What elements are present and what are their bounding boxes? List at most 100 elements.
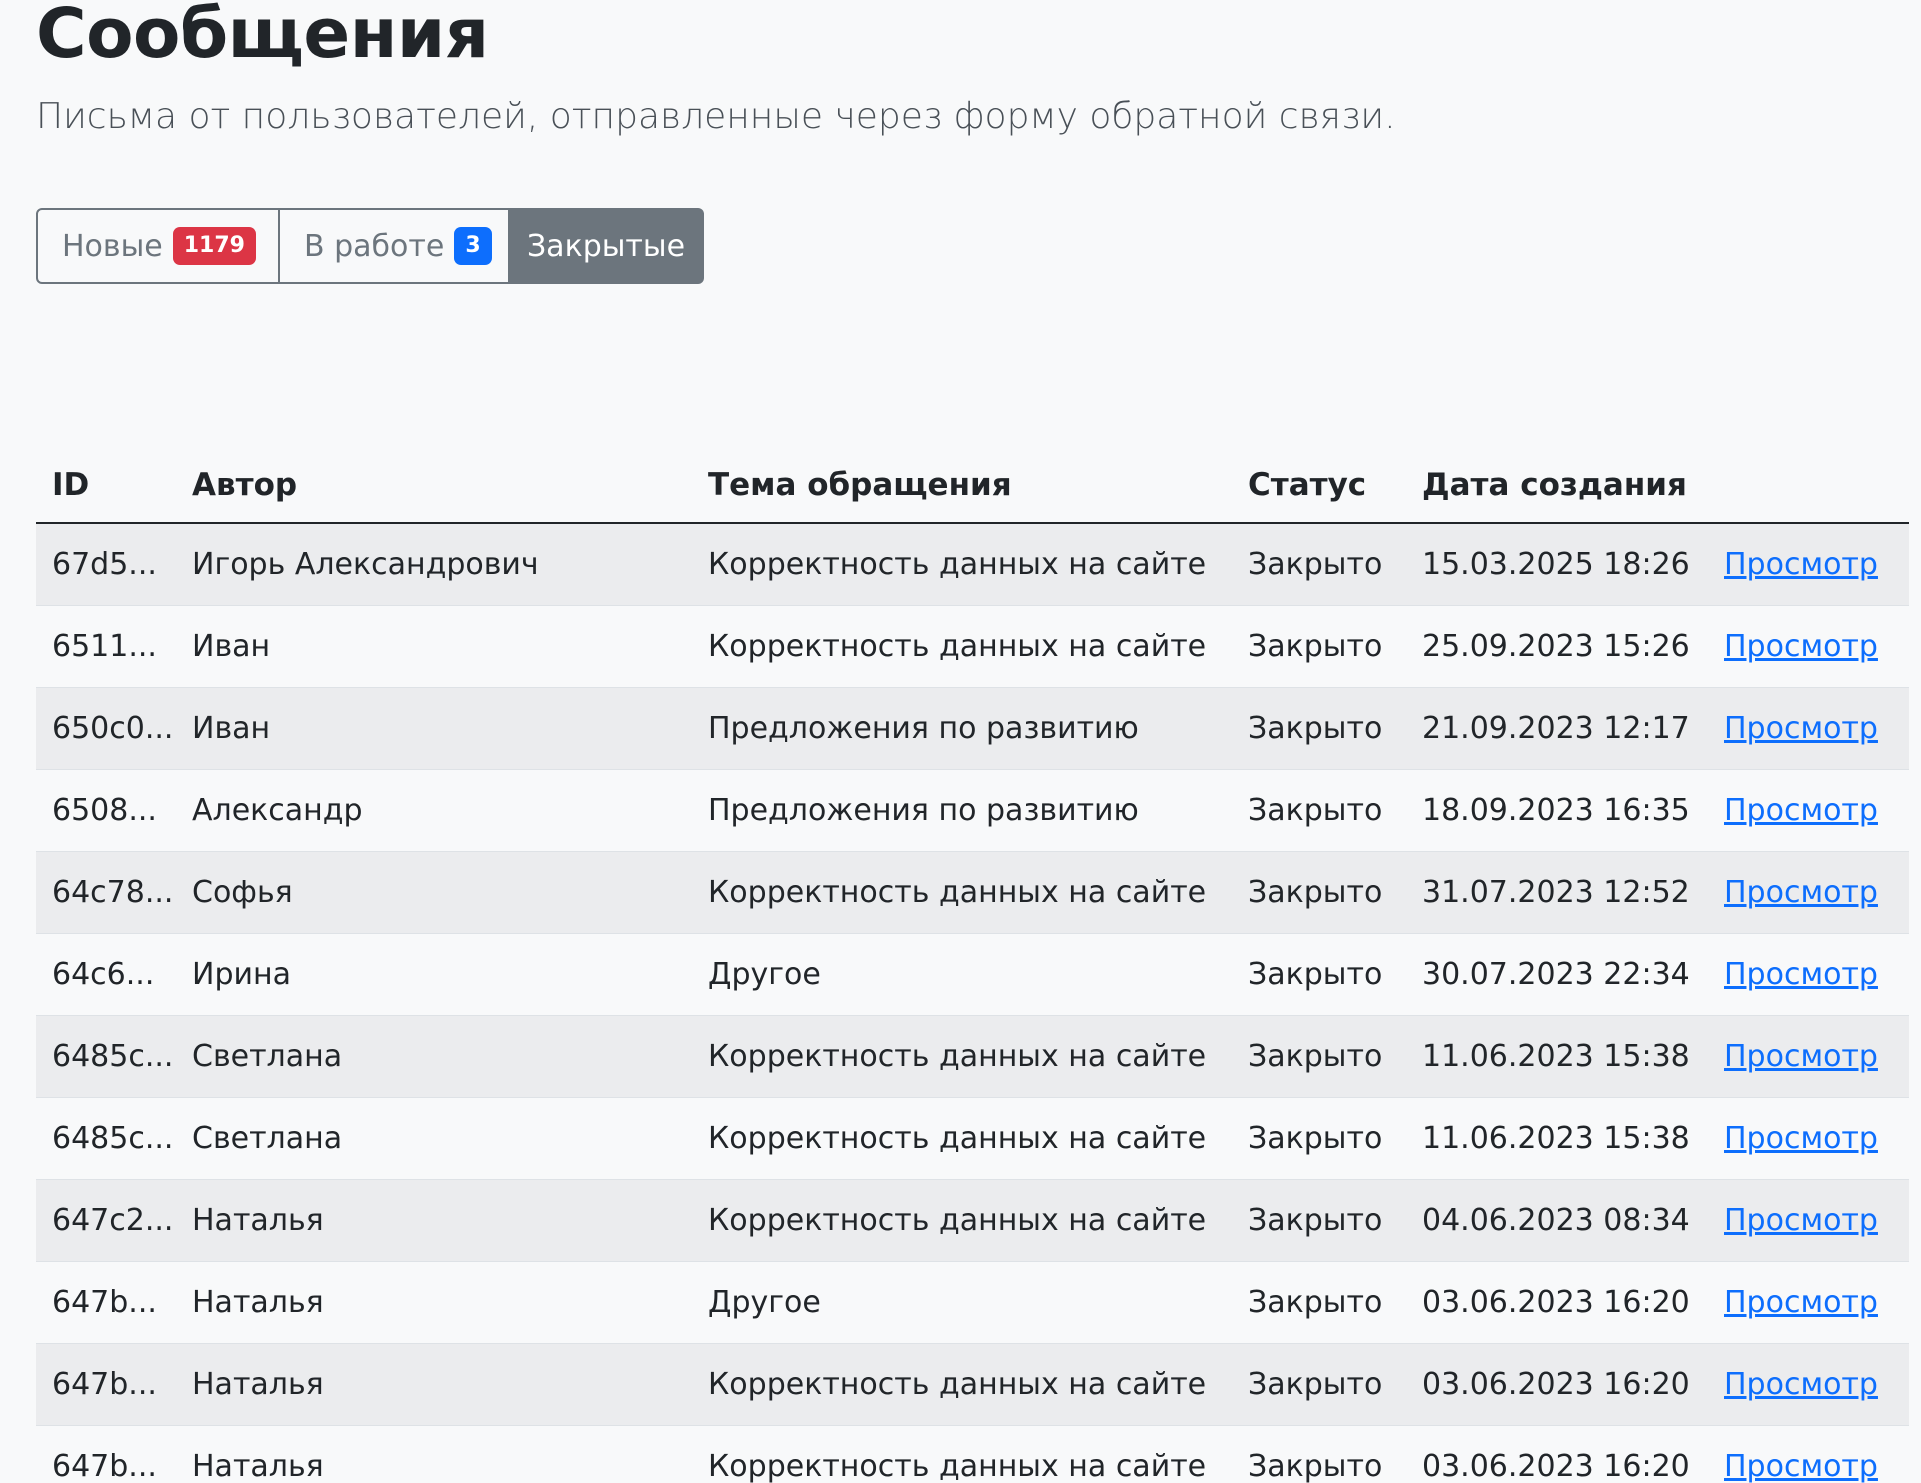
tab-new[interactable]: Новые 1179 bbox=[36, 208, 280, 284]
table-row[interactable]: 6511... Иван Корректность данных на сайте З… bbox=[36, 605, 1909, 688]
view-message-link[interactable]: Просмотр bbox=[1724, 957, 1878, 992]
cell-id: 64c78... bbox=[36, 851, 176, 934]
cell-id: 650c0... bbox=[36, 687, 176, 770]
cell-date: 25.09.2023 15:26 bbox=[1406, 605, 1708, 688]
page-subtitle: Письма от пользователей, отправленные че… bbox=[36, 96, 1396, 137]
view-message-link[interactable]: Просмотр bbox=[1724, 1203, 1878, 1238]
view-message-link[interactable]: Просмотр bbox=[1724, 629, 1878, 664]
cell-author: Иван bbox=[176, 605, 692, 688]
cell-actions: Просмотр bbox=[1708, 687, 1909, 770]
cell-actions: Просмотр bbox=[1708, 1261, 1909, 1344]
cell-date: 31.07.2023 12:52 bbox=[1406, 851, 1708, 934]
cell-status: Закрыто bbox=[1232, 933, 1406, 1016]
cell-status: Закрыто bbox=[1232, 1179, 1406, 1262]
new-count-badge: 1179 bbox=[172, 227, 256, 265]
tab-closed[interactable]: Закрытые bbox=[510, 208, 704, 284]
view-message-link[interactable]: Просмотр bbox=[1724, 1367, 1878, 1402]
cell-subject: Предложения по развитию bbox=[692, 687, 1232, 770]
cell-status: Закрыто bbox=[1232, 605, 1406, 688]
cell-subject: Корректность данных на сайте bbox=[692, 1015, 1232, 1098]
cell-status: Закрыто bbox=[1232, 1343, 1406, 1426]
cell-author: Светлана bbox=[176, 1015, 692, 1098]
table-row[interactable]: 647b... Наталья Другое Закрыто 03.06.2023 16… bbox=[36, 1261, 1909, 1344]
cell-status: Закрыто bbox=[1232, 1015, 1406, 1098]
tab-closed-label: Закрытые bbox=[526, 228, 686, 264]
cell-actions: Просмотр bbox=[1708, 851, 1909, 934]
cell-date: 18.09.2023 16:35 bbox=[1406, 769, 1708, 852]
view-message-link[interactable]: Просмотр bbox=[1724, 1039, 1878, 1074]
cell-date: 11.06.2023 15:38 bbox=[1406, 1015, 1708, 1098]
view-message-link[interactable]: Просмотр bbox=[1724, 875, 1878, 910]
view-message-link[interactable]: Просмотр bbox=[1724, 711, 1878, 746]
column-header-id[interactable]: ID bbox=[36, 448, 176, 524]
cell-status: Закрыто bbox=[1232, 1261, 1406, 1344]
cell-actions: Просмотр bbox=[1708, 1425, 1909, 1483]
cell-id: 647b... bbox=[36, 1425, 176, 1483]
column-header-actions bbox=[1708, 448, 1909, 524]
cell-subject: Корректность данных на сайте bbox=[692, 851, 1232, 934]
cell-actions: Просмотр bbox=[1708, 523, 1909, 606]
table-row[interactable]: 64c6... Ирина Другое Закрыто 30.07.2023 22:3… bbox=[36, 933, 1909, 1016]
cell-author: Александр bbox=[176, 769, 692, 852]
table-row[interactable]: 6508... Александр Предложения по развитию З… bbox=[36, 769, 1909, 852]
cell-status: Закрыто bbox=[1232, 687, 1406, 770]
tab-in-progress-label: В работе bbox=[304, 228, 445, 264]
column-header-subject[interactable]: Тема обращения bbox=[692, 448, 1232, 524]
cell-status: Закрыто bbox=[1232, 851, 1406, 934]
cell-id: 6485c... bbox=[36, 1015, 176, 1098]
table-row[interactable]: 6485c... Светлана Корректность данных на с… bbox=[36, 1015, 1909, 1098]
table-row[interactable]: 650c0... Иван Предложения по развитию Закры… bbox=[36, 687, 1909, 770]
cell-subject: Корректность данных на сайте bbox=[692, 1425, 1232, 1483]
cell-status: Закрыто bbox=[1232, 769, 1406, 852]
cell-date: 11.06.2023 15:38 bbox=[1406, 1097, 1708, 1180]
cell-actions: Просмотр bbox=[1708, 1097, 1909, 1180]
cell-actions: Просмотр bbox=[1708, 933, 1909, 1016]
cell-actions: Просмотр bbox=[1708, 1015, 1909, 1098]
column-header-author[interactable]: Автор bbox=[176, 448, 692, 524]
cell-id: 6511... bbox=[36, 605, 176, 688]
messages-page: Сообщения Письма от пользователей, отпра… bbox=[0, 0, 1921, 1483]
cell-date: 21.09.2023 12:17 bbox=[1406, 687, 1708, 770]
cell-id: 6508... bbox=[36, 769, 176, 852]
view-message-link[interactable]: Просмотр bbox=[1724, 1121, 1878, 1156]
view-message-link[interactable]: Просмотр bbox=[1724, 1449, 1878, 1483]
table-row[interactable]: 647b... Наталья Корректность данных на сай… bbox=[36, 1425, 1909, 1483]
cell-subject: Корректность данных на сайте bbox=[692, 1343, 1232, 1426]
cell-subject: Корректность данных на сайте bbox=[692, 523, 1232, 606]
cell-status: Закрыто bbox=[1232, 523, 1406, 606]
table-row[interactable]: 64c78... Софья Корректность данных на сайт… bbox=[36, 851, 1909, 934]
cell-actions: Просмотр bbox=[1708, 605, 1909, 688]
tab-new-label: Новые bbox=[62, 228, 163, 264]
table-row[interactable]: 647c2... Наталья Корректность данных на са… bbox=[36, 1179, 1909, 1262]
cell-date: 03.06.2023 16:20 bbox=[1406, 1425, 1708, 1483]
cell-id: 67d5... bbox=[36, 523, 176, 606]
cell-author: Наталья bbox=[176, 1179, 692, 1262]
cell-id: 647b... bbox=[36, 1261, 176, 1344]
view-message-link[interactable]: Просмотр bbox=[1724, 547, 1878, 582]
cell-subject: Другое bbox=[692, 1261, 1232, 1344]
cell-subject: Корректность данных на сайте bbox=[692, 605, 1232, 688]
view-message-link[interactable]: Просмотр bbox=[1724, 1285, 1878, 1320]
tab-in-progress[interactable]: В работе 3 bbox=[280, 208, 510, 284]
in-progress-count-badge: 3 bbox=[454, 227, 492, 265]
cell-author: Наталья bbox=[176, 1425, 692, 1483]
view-message-link[interactable]: Просмотр bbox=[1724, 793, 1878, 828]
table-row[interactable]: 647b... Наталья Корректность данных на сай… bbox=[36, 1343, 1909, 1426]
cell-subject: Предложения по развитию bbox=[692, 769, 1232, 852]
cell-actions: Просмотр bbox=[1708, 1343, 1909, 1426]
cell-id: 647c2... bbox=[36, 1179, 176, 1262]
cell-subject: Другое bbox=[692, 933, 1232, 1016]
cell-date: 15.03.2025 18:26 bbox=[1406, 523, 1708, 606]
cell-author: Наталья bbox=[176, 1343, 692, 1426]
cell-actions: Просмотр bbox=[1708, 1179, 1909, 1262]
table-row[interactable]: 67d5... Игорь Александрович Корректность д… bbox=[36, 523, 1909, 606]
cell-actions: Просмотр bbox=[1708, 769, 1909, 852]
column-header-status[interactable]: Статус bbox=[1232, 448, 1406, 524]
table-header-row: ID Автор Тема обращения Статус Дата созд… bbox=[36, 448, 1909, 524]
table-body: 67d5... Игорь Александрович Корректность д… bbox=[36, 523, 1909, 1483]
cell-author: Софья bbox=[176, 851, 692, 934]
column-header-date[interactable]: Дата создания bbox=[1406, 448, 1708, 524]
table-row[interactable]: 6485c... Светлана Корректность данных на с… bbox=[36, 1097, 1909, 1180]
cell-id: 64c6... bbox=[36, 933, 176, 1016]
messages-table: ID Автор Тема обращения Статус Дата созд… bbox=[36, 448, 1909, 1483]
